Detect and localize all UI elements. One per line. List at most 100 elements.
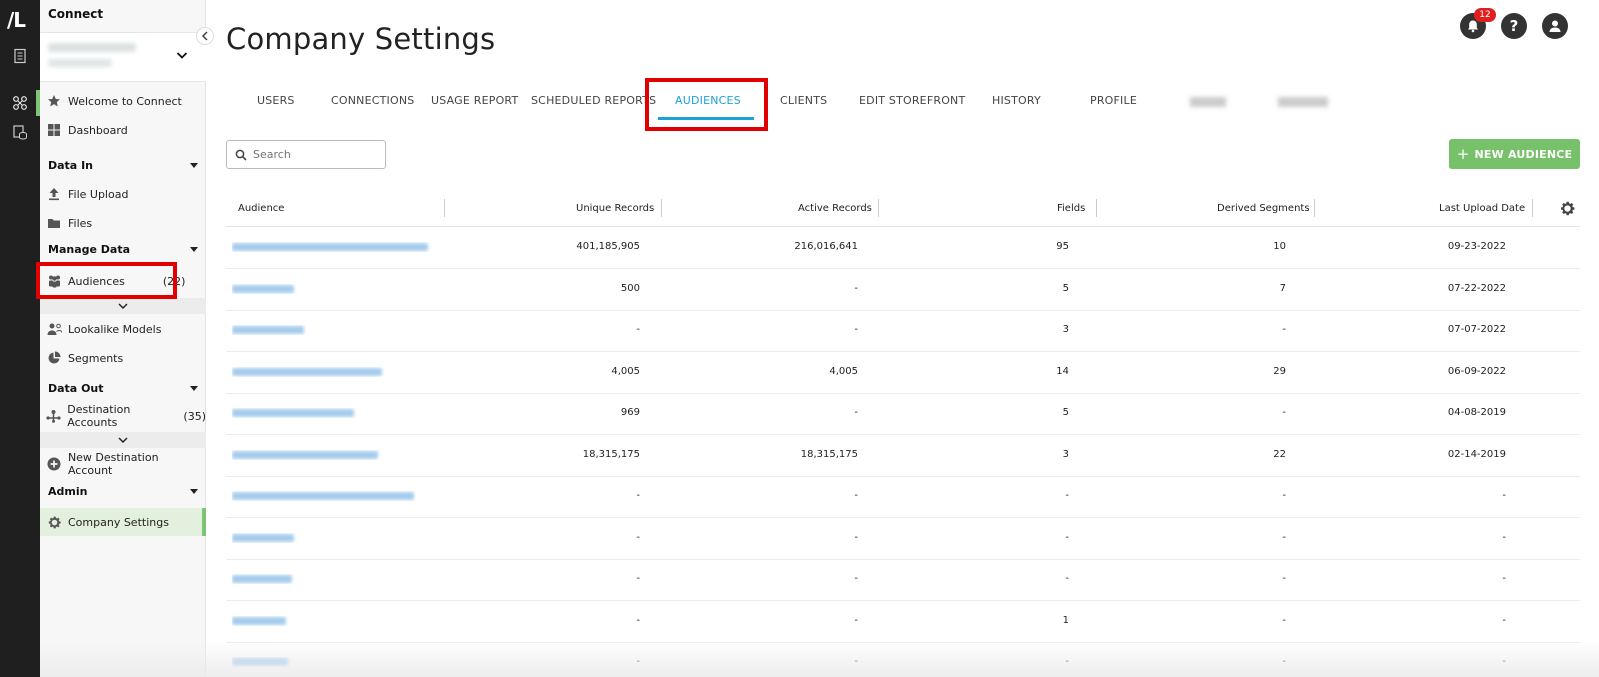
caret-down-icon[interactable] (190, 386, 198, 391)
active-records-cell: - (854, 282, 858, 294)
derived-segments-cell: - (1282, 407, 1286, 418)
column-divider[interactable] (444, 199, 445, 217)
sidebar-item-destination-accounts[interactable]: Destination Accounts (35) (40, 403, 206, 429)
database-icon[interactable] (12, 124, 28, 140)
column-settings-gear-icon[interactable] (1559, 200, 1576, 217)
audience-name-link-redacted[interactable] (232, 408, 432, 418)
unique-records-cell: 18,315,175 (582, 448, 640, 460)
derived-segments-cell: 10 (1273, 241, 1286, 252)
table-row[interactable]: 500 - 5 7 07-22-2022 (226, 269, 1580, 311)
sidebar-item-segments[interactable]: Segments (40, 345, 206, 371)
expand-destinations[interactable] (40, 432, 206, 448)
table-row[interactable]: - - 3 - 07-07-2022 (226, 310, 1580, 352)
derived-segments-cell: - (1282, 573, 1286, 584)
search-input[interactable] (253, 148, 373, 161)
section-manage-data[interactable]: Manage Data (48, 243, 198, 256)
tab-connections[interactable]: CONNECTIONS (331, 94, 414, 107)
audience-name-link-redacted[interactable] (232, 284, 432, 294)
column-divider[interactable] (1314, 199, 1315, 217)
tab-edit-storefront[interactable]: EDIT STOREFRONT (859, 94, 965, 107)
tab-usage-report[interactable]: USAGE REPORT (431, 94, 518, 107)
sidebar-item-welcome[interactable]: Welcome to Connect (40, 88, 206, 114)
table-row[interactable]: 969 - 5 - 04-08-2019 (226, 393, 1580, 435)
notification-badge: 12 (1474, 8, 1496, 22)
chevron-down-icon[interactable] (118, 302, 128, 310)
caret-down-icon[interactable] (190, 489, 198, 494)
col-unique-records[interactable]: Unique Records (576, 190, 654, 227)
fields-cell: - (1065, 573, 1069, 584)
col-derived-segments[interactable]: Derived Segments (1217, 190, 1310, 227)
upload-icon (46, 186, 62, 202)
caret-down-icon[interactable] (190, 163, 198, 168)
tab-history[interactable]: HISTORY (992, 94, 1041, 107)
search-box[interactable] (226, 140, 386, 169)
highlight-audiences-sidebar (36, 262, 177, 299)
col-fields[interactable]: Fields (1057, 190, 1085, 227)
column-divider[interactable] (878, 199, 879, 217)
audience-name-link-redacted[interactable] (232, 616, 432, 626)
expand-audiences[interactable] (40, 298, 206, 314)
app-logo: /L (7, 8, 26, 32)
col-last-upload-date[interactable]: Last Upload Date (1439, 190, 1525, 227)
tab-profile[interactable]: PROFILE (1090, 94, 1137, 107)
audience-name-link-redacted[interactable] (232, 533, 432, 543)
table-row[interactable]: ----- (226, 559, 1580, 601)
last-upload-date-cell: - (1502, 614, 1506, 626)
column-divider[interactable] (1532, 199, 1533, 217)
fields-cell: 3 (1062, 324, 1069, 335)
last-upload-date-cell: 07-22-2022 (1447, 282, 1506, 294)
gear-icon (46, 514, 62, 530)
section-data-in[interactable]: Data In (48, 159, 198, 172)
col-active-records[interactable]: Active Records (798, 190, 872, 227)
audience-name-link-redacted[interactable] (232, 325, 432, 335)
table-row[interactable]: 401,185,905 216,016,641 95 10 09-23-2022 (226, 227, 1580, 269)
help-icon[interactable]: ? (1501, 13, 1527, 39)
chevron-down-icon[interactable] (176, 49, 188, 61)
lookalike-icon (46, 321, 62, 337)
active-records-cell: 4,005 (829, 365, 858, 377)
audience-name-link-redacted[interactable] (232, 491, 432, 501)
fields-cell: 5 (1062, 282, 1069, 294)
collapse-sidebar-button[interactable] (196, 27, 214, 45)
connect-icon[interactable] (12, 95, 28, 111)
audience-name-link-redacted[interactable] (232, 242, 432, 252)
sidebar-item-company-settings[interactable]: Company Settings (40, 508, 206, 536)
tab-redacted-2[interactable] (1278, 97, 1328, 107)
document-icon[interactable] (12, 48, 28, 64)
section-label: Manage Data (48, 243, 131, 256)
tab-redacted-1[interactable] (1190, 97, 1226, 107)
tab-clients[interactable]: CLIENTS (780, 94, 827, 107)
user-avatar-icon[interactable] (1542, 13, 1568, 39)
new-audience-button[interactable]: + NEW AUDIENCE (1449, 139, 1580, 169)
section-data-out[interactable]: Data Out (48, 382, 198, 395)
unique-records-cell: 500 (620, 282, 640, 294)
table-row[interactable]: 18,315,175 18,315,175 3 22 02-14-2019 (226, 435, 1580, 477)
sidebar: Connect Welcome to Connect Dashboard Dat… (40, 0, 206, 677)
col-audience[interactable]: Audience (238, 190, 284, 227)
sidebar-item-dashboard[interactable]: Dashboard (40, 117, 206, 143)
tab-scheduled-reports[interactable]: SCHEDULED REPORTS (531, 94, 656, 107)
tab-users[interactable]: USERS (257, 94, 295, 107)
audience-name-link-redacted[interactable] (232, 657, 432, 667)
derived-segments-cell: 22 (1273, 448, 1286, 460)
section-admin[interactable]: Admin (48, 485, 198, 498)
sidebar-item-lookalike[interactable]: Lookalike Models (40, 316, 206, 342)
audience-name-link-redacted[interactable] (232, 367, 432, 377)
sidebar-item-label: Lookalike Models (68, 322, 162, 336)
column-divider[interactable] (661, 199, 662, 217)
chevron-down-icon[interactable] (118, 436, 128, 444)
sidebar-item-file-upload[interactable]: File Upload (40, 181, 206, 207)
account-switcher[interactable] (40, 32, 206, 82)
table-row[interactable]: 4,005 4,005 14 29 06-09-2022 (226, 352, 1580, 394)
fields-cell: 95 (1056, 241, 1069, 252)
sidebar-item-files[interactable]: Files (40, 210, 206, 236)
column-divider[interactable] (1096, 199, 1097, 217)
caret-down-icon[interactable] (190, 247, 198, 252)
sidebar-item-new-destination[interactable]: New Destination Account (40, 451, 206, 477)
table-row[interactable]: ----- (226, 642, 1580, 677)
audience-name-link-redacted[interactable] (232, 450, 432, 460)
audience-name-link-redacted[interactable] (232, 574, 432, 584)
table-row[interactable]: ----- (226, 518, 1580, 560)
table-row[interactable]: ----- (226, 476, 1580, 518)
table-row[interactable]: - - 1 - - (226, 601, 1580, 643)
